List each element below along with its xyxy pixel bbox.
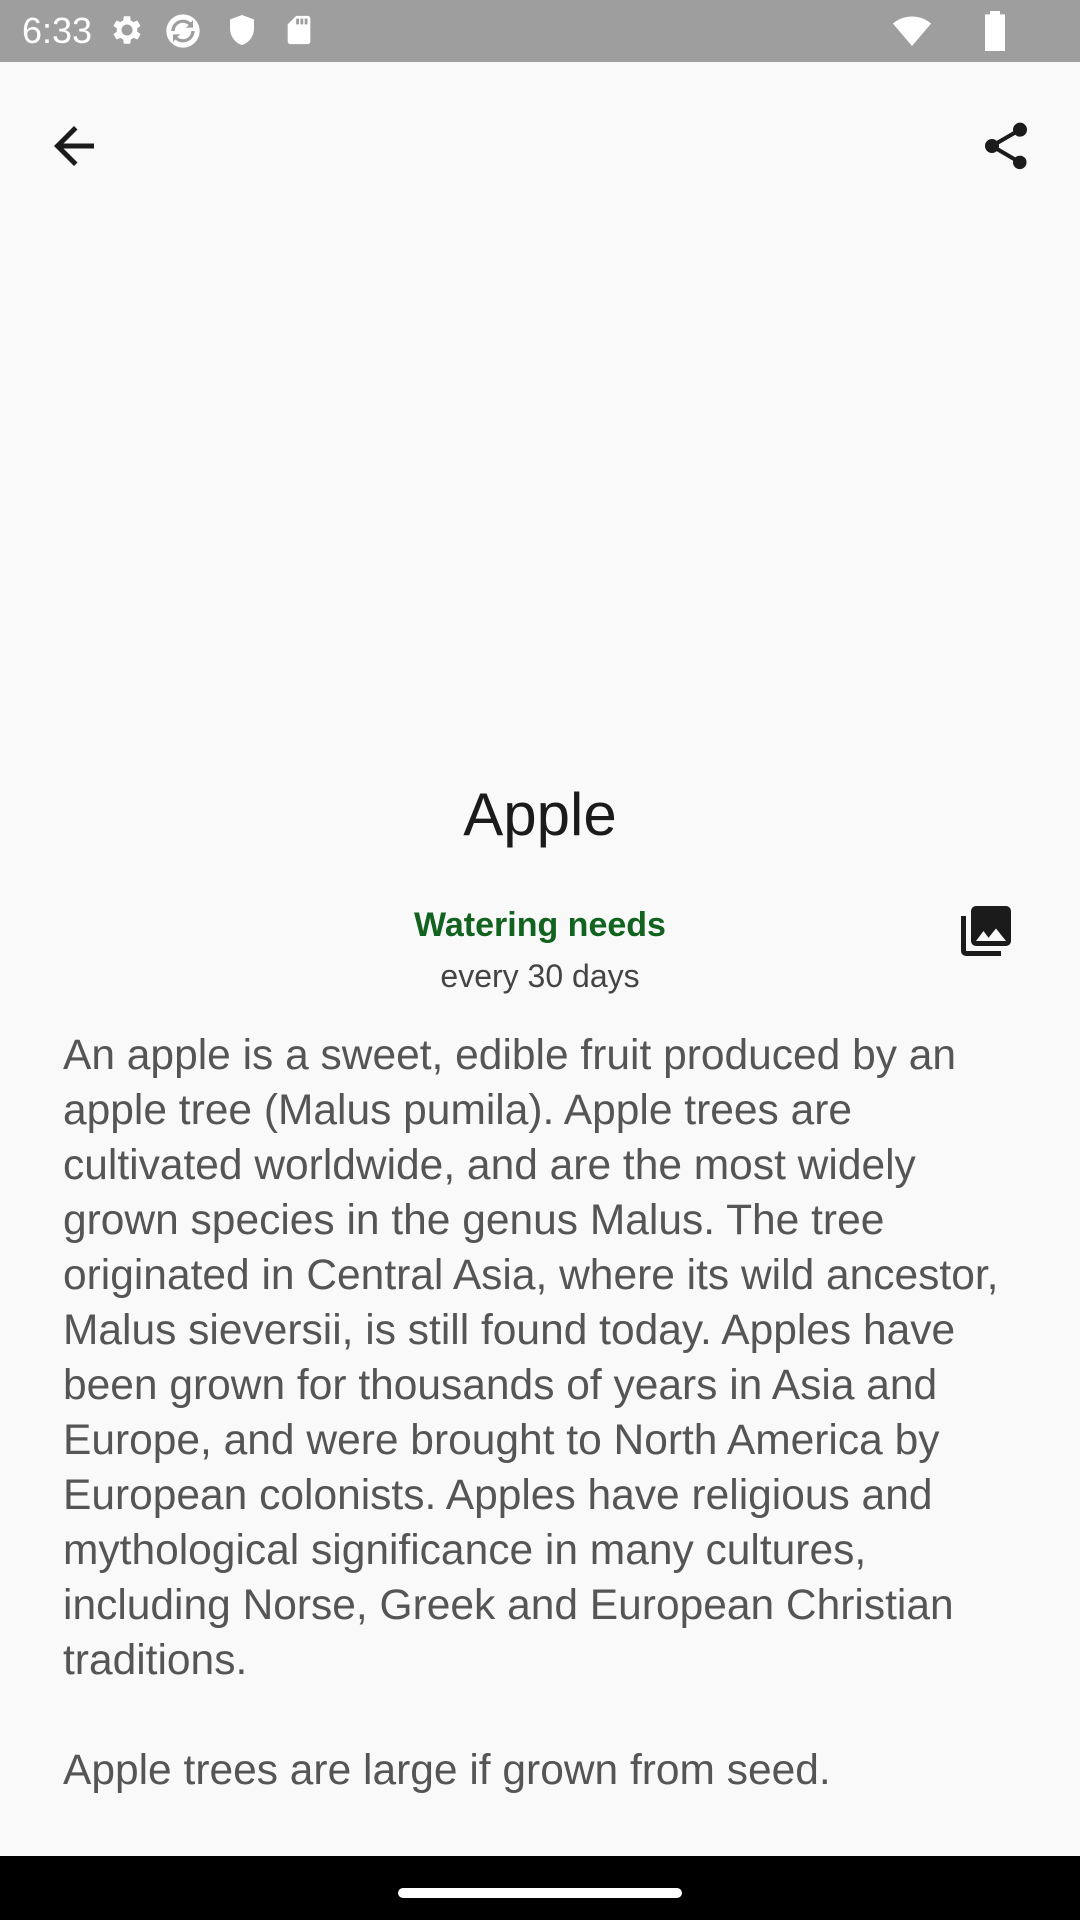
plant-image — [0, 210, 1080, 740]
status-time: 6:33 — [22, 10, 93, 51]
sync-icon — [166, 14, 200, 48]
gallery-button[interactable] — [950, 895, 1022, 967]
battery-icon — [985, 11, 1005, 51]
photo-library-icon — [961, 906, 1011, 956]
plant-description: An apple is a sweet, edible fruit produc… — [63, 1032, 999, 1794]
app-bar — [0, 62, 1080, 210]
home-gesture-handle[interactable] — [398, 1888, 682, 1898]
plant-name: Apple — [463, 781, 617, 848]
back-button[interactable] — [30, 102, 118, 190]
settings-icon — [113, 16, 141, 44]
arrow-back-icon — [54, 126, 94, 166]
share-button[interactable] — [962, 102, 1050, 190]
shield-icon — [230, 15, 254, 45]
watering-needs-label: Watering needs — [414, 906, 666, 944]
sd-card-icon — [287, 15, 311, 45]
status-bar: 6:33 — [0, 0, 1080, 62]
watering-needs-value: every 30 days — [440, 958, 640, 994]
wifi-icon — [892, 16, 932, 46]
share-icon — [985, 122, 1027, 170]
